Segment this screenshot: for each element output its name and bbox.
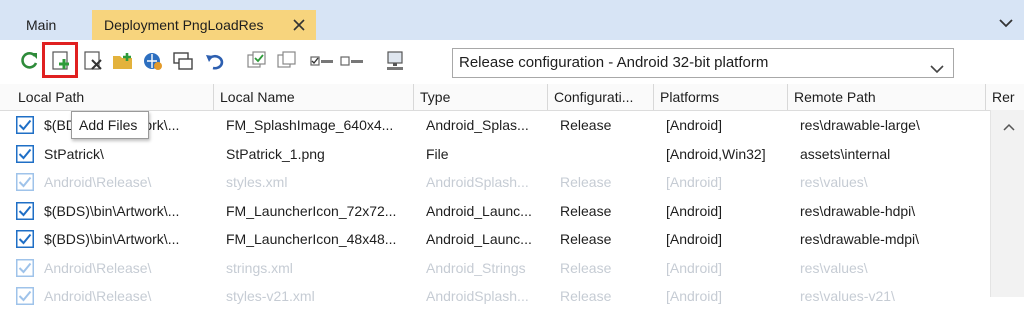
tab-strip: Main Deployment PngLoadRes (0, 0, 1024, 41)
cell-configuration: Release (560, 259, 612, 276)
add-folder-icon[interactable] (112, 50, 134, 72)
grid-header: Local Path Local Name Type Configurati..… (0, 84, 1024, 111)
cell-local-path: Android\Release\ (44, 259, 152, 276)
cell-configuration: Release (560, 231, 612, 247)
row-checkbox[interactable] (16, 173, 34, 191)
uncheck-all-icon[interactable] (340, 50, 364, 72)
cell-local-name: FM_LauncherIcon_48x48... (226, 231, 397, 247)
deploy-icon[interactable] (172, 50, 194, 72)
cell-remote-path: res\values-v21\ (800, 288, 895, 304)
cell-local-name: styles-v21.xml (226, 288, 315, 304)
cell-configuration: Release (560, 174, 612, 190)
copy-icon[interactable] (276, 50, 298, 72)
cell-local-path: Android\Release\ (44, 288, 152, 304)
chevron-down-icon (929, 57, 945, 74)
computer-icon[interactable] (384, 50, 406, 72)
row-checkbox[interactable] (16, 116, 34, 134)
cell-type: Android_Splas... (426, 117, 529, 133)
cell-remote-path: res\drawable-mdpi\ (800, 231, 920, 247)
cell-type: AndroidSplash... (426, 174, 529, 190)
revert-icon[interactable] (204, 50, 226, 72)
col-remote-path[interactable]: Remote Path (788, 84, 986, 110)
add-files-tooltip: Add Files (71, 111, 149, 139)
scroll-up-icon[interactable] (1003, 118, 1015, 131)
cell-local-path: $(BDS)\bin\Artwork\... (44, 202, 180, 219)
cell-local-name: FM_SplashImage_640x4... (226, 117, 394, 133)
refresh-icon[interactable] (18, 50, 40, 72)
cell-platforms: [Android] (666, 174, 723, 190)
col-local-name[interactable]: Local Name (214, 84, 414, 110)
cell-configuration (554, 140, 654, 168)
cell-remote-path: res\drawable-hdpi\ (800, 202, 916, 219)
cell-platforms: [Android] (666, 202, 723, 219)
table-row[interactable]: Android\Release\ styles-v21.xml AndroidSpl… (0, 282, 1006, 310)
table-row[interactable]: Android\Release\ styles.xml AndroidSplash.… (0, 168, 1006, 196)
cell-local-name: strings.xml (226, 259, 293, 276)
close-icon[interactable] (292, 10, 306, 40)
cell-platforms: [Android] (666, 259, 723, 276)
cell-local-name: StPatrick_1.png (226, 145, 325, 162)
tab-deployment[interactable]: Deployment PngLoadRes (92, 10, 316, 40)
cell-platforms: [Android] (666, 117, 723, 133)
add-files-highlight (42, 42, 78, 78)
cell-local-path: Android\Release\ (44, 174, 152, 190)
col-local-path[interactable]: Local Path (12, 84, 214, 110)
cell-type: Android_Launc... (426, 202, 532, 219)
chevron-down-icon[interactable] (998, 16, 1014, 30)
table-row[interactable]: StPatrick\ StPatrick_1.png File [Android,Wi… (0, 140, 1006, 168)
cell-configuration: Release (560, 117, 612, 133)
row-checkbox[interactable] (16, 230, 34, 248)
table-row[interactable]: $(BDS)\bin\Artwork\... FM_LauncherIcon_48… (0, 225, 1006, 253)
cell-platforms: [Android,Win32] (666, 145, 766, 162)
row-checkbox[interactable] (16, 144, 34, 163)
table-row[interactable]: Android\Release\ strings.xml Android_Strin… (0, 254, 1006, 282)
cell-platforms: [Android] (666, 288, 723, 304)
cell-remote-path: res\values\ (800, 174, 868, 190)
cell-local-name: styles.xml (226, 174, 288, 190)
configuration-value: Release configuration - Android 32-bit p… (459, 54, 769, 71)
tab-main[interactable]: Main (14, 10, 90, 40)
col-platforms[interactable]: Platforms (654, 84, 788, 110)
row-checkbox[interactable] (16, 287, 34, 305)
tab-deployment-label: Deployment PngLoadRes (104, 17, 264, 33)
cell-type: Android_Launc... (426, 231, 532, 247)
cell-remote-path: assets\internal (800, 145, 891, 162)
cell-configuration: Release (560, 202, 612, 219)
col-remote-name[interactable]: Rer (986, 84, 1024, 110)
cell-type: AndroidSplash... (426, 288, 529, 304)
cell-local-path: $(BDS)\bin\Artwork\... (44, 231, 180, 247)
table-row[interactable]: $(BDS)\bin\Artwork\... FM_LauncherIcon_72… (0, 197, 1006, 225)
cell-platforms: [Android] (666, 231, 723, 247)
check-selected-icon[interactable] (246, 50, 268, 72)
configuration-select[interactable]: Release configuration - Android 32-bit p… (452, 48, 954, 78)
cell-type: File (426, 145, 449, 162)
vertical-scrollbar[interactable] (990, 110, 1024, 297)
remove-files-icon[interactable] (82, 50, 104, 72)
connect-icon[interactable] (142, 50, 164, 72)
cell-remote-path: res\drawable-large\ (800, 117, 920, 133)
col-configuration[interactable]: Configurati... (548, 84, 654, 110)
cell-remote-path: res\values\ (800, 259, 868, 276)
tab-main-label: Main (26, 17, 57, 33)
cell-configuration: Release (560, 288, 612, 304)
cell-type: Android_Strings (426, 259, 526, 276)
cell-local-path: StPatrick\ (44, 145, 104, 162)
cell-local-name: FM_LauncherIcon_72x72... (226, 202, 397, 219)
col-type[interactable]: Type (414, 84, 548, 110)
row-checkbox[interactable] (16, 201, 34, 220)
table-row[interactable]: $(BDS)\bin\Artwork\...FM_SplashImage_640… (0, 111, 1006, 139)
row-checkbox[interactable] (16, 258, 34, 277)
check-all-icon[interactable] (310, 50, 334, 72)
